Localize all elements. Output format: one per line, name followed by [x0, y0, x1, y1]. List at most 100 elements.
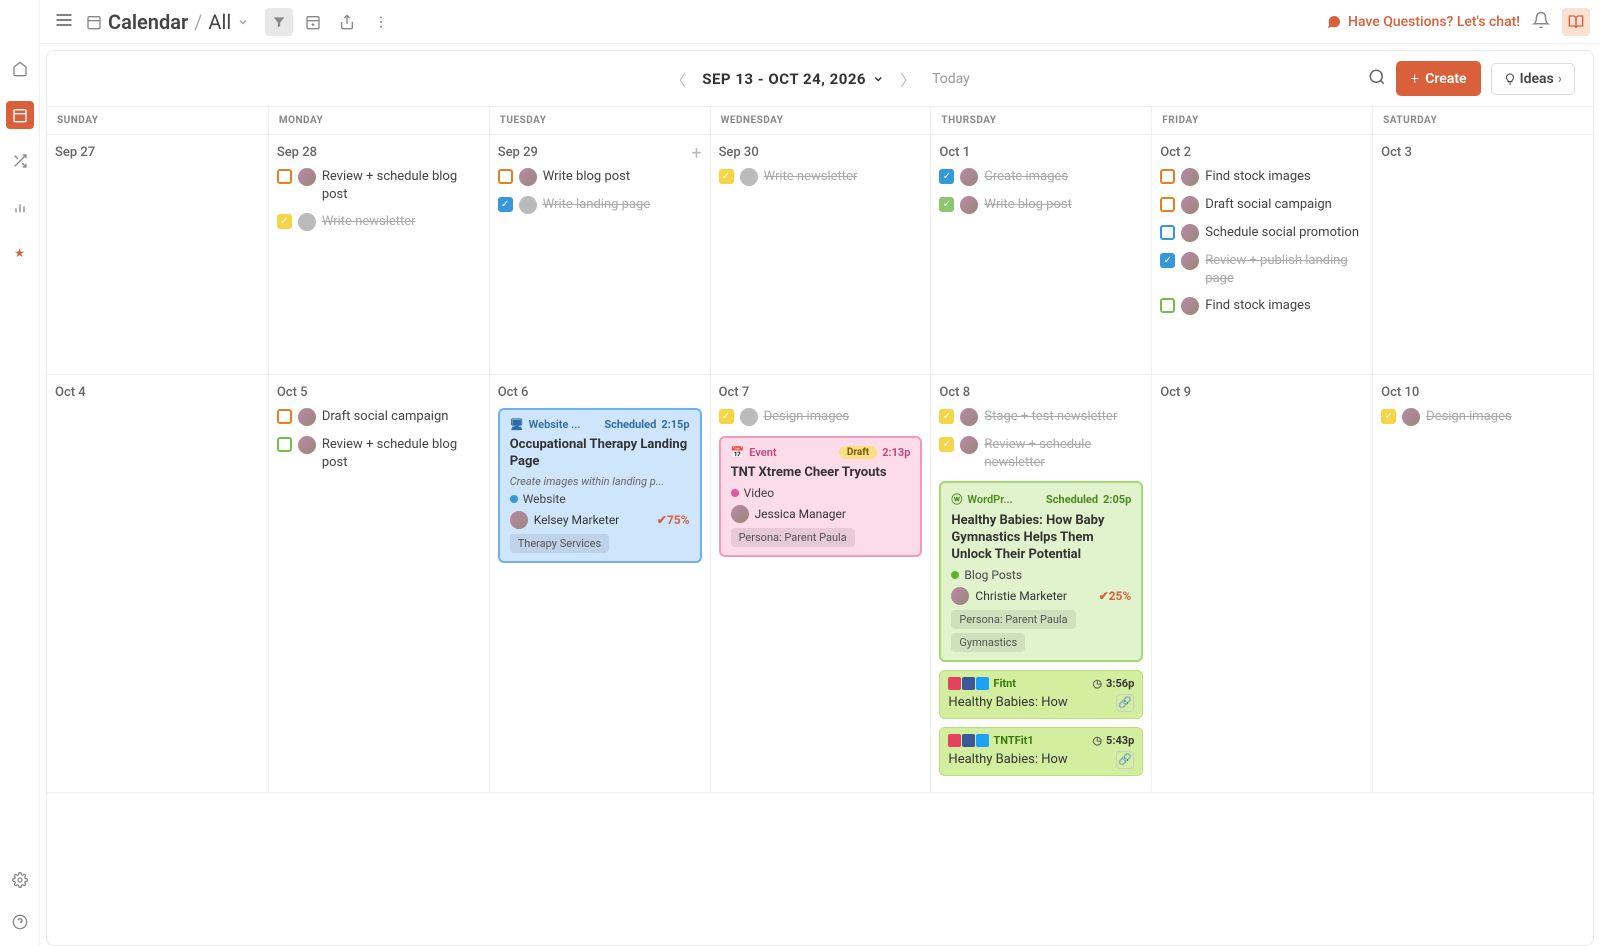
category: Website [523, 492, 566, 506]
checkbox[interactable]: ✓ [1160, 253, 1175, 268]
link-icon[interactable]: 🔗 [1116, 694, 1134, 712]
task-item[interactable]: ✓Write newsletter [277, 213, 481, 231]
checkbox[interactable] [498, 169, 513, 184]
create-button[interactable]: + Create [1396, 61, 1480, 96]
task-item[interactable]: ✓Design images [719, 408, 923, 426]
content-card[interactable]: Fitnt◷3:56pHealthy Babies: How🔗 [939, 670, 1143, 719]
day-cell[interactable]: Oct 3 [1372, 135, 1593, 374]
checkbox[interactable]: ✓ [1381, 409, 1396, 424]
task-item[interactable]: ✓Write blog post [939, 196, 1143, 214]
add-button[interactable]: + [691, 143, 701, 164]
checkbox[interactable] [1160, 169, 1175, 184]
task-item[interactable]: Find stock images [1160, 297, 1364, 315]
day-cell[interactable]: Sep 27 [47, 135, 268, 374]
checkbox[interactable]: ✓ [939, 169, 954, 184]
prev-arrow[interactable]: 〈 [670, 67, 686, 91]
task-item[interactable]: Draft social campaign [277, 408, 481, 426]
checkbox[interactable] [277, 409, 292, 424]
content-card[interactable]: 🖥Website ...Scheduled2:15pOccupational T… [498, 408, 702, 563]
checkbox[interactable] [277, 169, 292, 184]
task-item[interactable]: ✓Design images [1381, 408, 1585, 426]
date-range[interactable]: SEP 13 - OCT 24, 2026 [702, 70, 884, 88]
day-cell[interactable]: Sep 29+Write blog post✓Write landing pag… [489, 135, 710, 374]
share-button[interactable] [333, 8, 361, 36]
day-cell[interactable]: Oct 8✓Stage + test newsletter✓Review + s… [930, 375, 1151, 792]
checkbox[interactable]: ✓ [498, 197, 513, 212]
checkbox[interactable]: ✓ [719, 169, 734, 184]
task-item[interactable]: Schedule social promotion [1160, 224, 1364, 242]
today-link[interactable]: Today [932, 71, 970, 87]
help-icon[interactable] [6, 908, 34, 936]
calendar-icon[interactable] [6, 101, 34, 129]
card-type: Event [749, 446, 834, 459]
checkbox[interactable]: ✓ [939, 409, 954, 424]
chat-link[interactable]: Have Questions? Let's chat! [1326, 14, 1520, 30]
menu-icon[interactable] [50, 6, 78, 38]
content-card[interactable]: ⓦWordPr...Scheduled2:05pHealthy Babies: … [939, 481, 1143, 662]
task-item[interactable]: ✓ Write newsletter [719, 168, 923, 186]
task-item[interactable]: ✓Review + publish landing page [1160, 252, 1364, 287]
task-item[interactable]: Find stock images [1160, 168, 1364, 186]
day-date: Sep 30 [719, 145, 923, 160]
task-item[interactable]: Draft social campaign [1160, 196, 1364, 214]
task-item[interactable]: Write blog post [498, 168, 702, 186]
account-name: Fitnt [993, 677, 1088, 690]
search-icon[interactable] [1368, 68, 1386, 90]
filter-button[interactable] [265, 8, 293, 36]
task-item[interactable]: Review + schedule blog post [277, 168, 481, 203]
more-button[interactable] [367, 8, 395, 36]
task-item[interactable]: ✓ Create images [939, 168, 1143, 186]
task-item[interactable]: ✓Stage + test newsletter [939, 408, 1143, 426]
task-item[interactable]: Review + schedule blog post [277, 436, 481, 471]
book-icon[interactable] [1562, 8, 1590, 36]
breadcrumb: Calendar / All [86, 10, 249, 34]
checkbox[interactable]: ✓ [277, 214, 292, 229]
day-cell[interactable]: Oct 4 [47, 375, 268, 792]
day-cell[interactable]: Oct 7✓Design images📅EventDraft2:13pTNT X… [710, 375, 931, 792]
task-item[interactable]: ✓Write landing page [498, 196, 702, 214]
day-cell[interactable]: Oct 1✓Create images✓Write blog post [930, 135, 1151, 374]
next-arrow[interactable]: 〉 [900, 67, 916, 91]
day-cell[interactable]: Oct 9 [1151, 375, 1372, 792]
calendar-header: 〈 SEP 13 - OCT 24, 2026 〉 Today + Create [47, 51, 1593, 107]
task-text: Draft social campaign [1205, 196, 1364, 214]
day-cell[interactable]: Oct 5Draft social campaignReview + sched… [268, 375, 489, 792]
task-item[interactable]: ✓Review + schedule newsletter [939, 436, 1143, 471]
link-icon[interactable]: 🔗 [1116, 751, 1134, 769]
card-title: Occupational Therapy Landing Page [510, 437, 690, 471]
day-cell[interactable]: Oct 10 ✓Design images [1372, 375, 1593, 792]
shuffle-icon[interactable] [6, 147, 34, 175]
analytics-icon[interactable] [6, 193, 34, 221]
card-time: 5:43p [1106, 734, 1134, 747]
ideas-button[interactable]: Ideas › [1491, 63, 1575, 95]
schedule-button[interactable] [299, 8, 327, 36]
checkbox[interactable] [1160, 225, 1175, 240]
home-icon[interactable] [6, 55, 34, 83]
day-cell[interactable]: Sep 30 ✓ Write newsletter [710, 135, 931, 374]
content-card[interactable]: 📅EventDraft2:13pTNT Xtreme Cheer Tryouts… [719, 436, 923, 557]
checkbox[interactable] [1160, 197, 1175, 212]
checkbox[interactable] [1160, 298, 1175, 313]
task-text: Create images [984, 168, 1143, 186]
avatar [519, 168, 537, 186]
checkbox[interactable]: ✓ [939, 197, 954, 212]
day-cell[interactable]: Oct 2Find stock imagesDraft social campa… [1151, 135, 1372, 374]
checkbox[interactable]: ✓ [719, 409, 734, 424]
avatar [519, 196, 537, 214]
chevron-down-icon[interactable] [237, 16, 249, 28]
breadcrumb-filter[interactable]: All [208, 10, 231, 34]
settings-icon[interactable] [6, 866, 34, 894]
day-cell[interactable]: Oct 6🖥Website ...Scheduled2:15pOccupatio… [489, 375, 710, 792]
star-icon[interactable]: ★ [6, 239, 34, 267]
content-card[interactable]: TNTFit1◷5:43pHealthy Babies: How🔗 [939, 727, 1143, 776]
checkbox[interactable] [277, 437, 292, 452]
day-date: Oct 10 [1381, 385, 1585, 400]
bell-icon[interactable] [1532, 11, 1550, 33]
task-text: Write newsletter [764, 168, 923, 186]
day-cell[interactable]: Sep 28 Review + schedule blog post ✓Write … [268, 135, 489, 374]
day-date: Oct 4 [55, 385, 260, 400]
checkbox[interactable]: ✓ [939, 437, 954, 452]
avatar [298, 168, 316, 186]
calendar-small-icon [86, 14, 102, 30]
day-date: Sep 28 [277, 145, 481, 160]
